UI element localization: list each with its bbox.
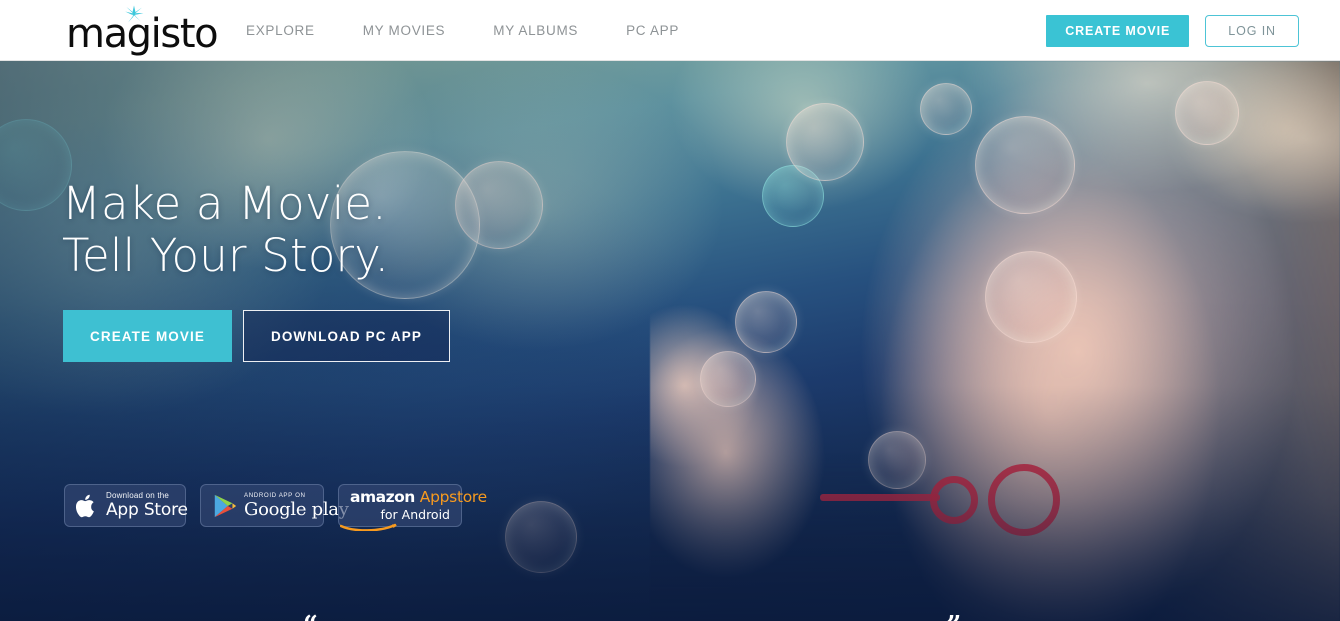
amazon-appstore-label: Appstore [419, 488, 487, 506]
logo-wordmark: magisto [66, 11, 219, 57]
app-store-badge[interactable]: Download on the App Store [64, 484, 188, 527]
header-actions: CREATE MOVIE LOG IN [1046, 0, 1299, 61]
site-header: magisto EXPLORE MY MOVIES MY ALBUMS PC A… [0, 0, 1340, 61]
nav-item-my-albums[interactable]: MY ALBUMS [493, 23, 578, 38]
nav-item-my-movies[interactable]: MY MOVIES [363, 23, 446, 38]
google-play-badge-big-text: Google play [244, 498, 349, 520]
amazon-badge-text: amazon Appstore for Android [340, 488, 487, 531]
google-play-badge-text: ANDROID APP ON Google play [244, 492, 349, 520]
google-play-badge[interactable]: ANDROID APP ON Google play [200, 484, 349, 527]
hero-headline-line2: Tell Your Story. [62, 229, 390, 282]
hero-headline-line1: Make a Movie. [62, 177, 387, 230]
app-store-badge-text: Download on the App Store [106, 491, 188, 520]
header-create-movie-button[interactable]: CREATE MOVIE [1046, 14, 1190, 47]
amazon-swoosh-icon [340, 523, 397, 531]
amazon-appstore-badge[interactable]: amazon Appstore for Android [338, 484, 487, 531]
hero-content: Make a Movie. Tell Your Story. CREATE MO… [0, 61, 1340, 621]
nav-item-pc-app[interactable]: PC APP [626, 23, 679, 38]
header-login-button[interactable]: LOG IN [1205, 14, 1299, 47]
nav-item-explore[interactable]: EXPLORE [246, 23, 315, 38]
apple-logo-icon [76, 494, 94, 517]
main-navigation: EXPLORE MY MOVIES MY ALBUMS PC APP [246, 0, 679, 61]
amazon-for-android-label: for Android [380, 507, 451, 522]
amazon-wordmark: amazon [350, 488, 415, 506]
amazon-badge-row-top: amazon Appstore [340, 488, 487, 531]
quote-close-mark: ” [946, 613, 961, 621]
hero-section: Make a Movie. Tell Your Story. CREATE MO… [0, 61, 1340, 621]
magisto-landing-page: magisto EXPLORE MY MOVIES MY ALBUMS PC A… [0, 0, 1340, 621]
hero-create-movie-button[interactable]: CREATE MOVIE [63, 310, 232, 362]
google-play-triangle-icon [214, 494, 237, 517]
hero-cta-group: CREATE MOVIE DOWNLOAD PC APP [63, 310, 450, 362]
app-store-badges: Download on the App Store ANDROID APP ON… [64, 484, 487, 531]
hero-download-pc-app-button[interactable]: DOWNLOAD PC APP [242, 310, 450, 362]
app-store-badge-big-text: App Store [106, 500, 188, 520]
magisto-logo[interactable]: magisto [66, 5, 219, 56]
quote-open-mark: “ [303, 613, 318, 621]
hero-headline: Make a Movie. Tell Your Story. [62, 178, 389, 282]
